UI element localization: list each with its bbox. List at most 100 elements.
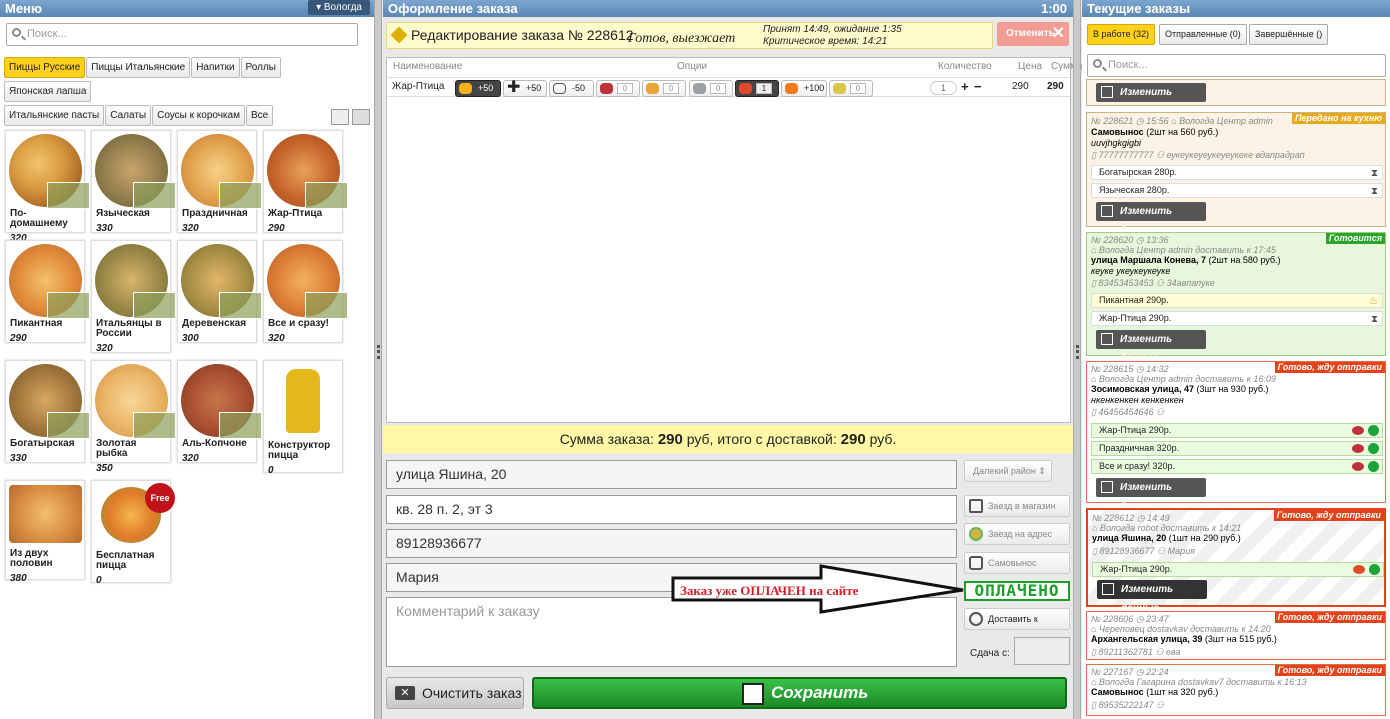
order-line: Богатырская 280р. ⧗: [1091, 165, 1383, 180]
basket-icon: [969, 499, 983, 513]
change-data-button[interactable]: Изменить данные: [1096, 478, 1206, 512]
option-sauce-red[interactable]: 0: [596, 80, 640, 97]
address-stop-button[interactable]: Заезд на адрес: [964, 523, 1070, 545]
tab-sent[interactable]: Отправленные (0): [1159, 24, 1247, 45]
current-title: Текущие заказы: [1087, 1, 1191, 16]
save-button[interactable]: Сохранить: [532, 677, 1067, 709]
order-phone: ▯ 89535222147 ⚇: [1091, 700, 1165, 710]
category-tab[interactable]: Напитки: [191, 57, 240, 78]
qty-field[interactable]: 1: [930, 81, 957, 95]
category-tab[interactable]: Все: [245, 105, 274, 126]
option-double[interactable]: +50: [455, 80, 501, 97]
deliver-at-button[interactable]: Доставить к: [964, 608, 1070, 630]
qty-minus-button[interactable]: −: [974, 79, 982, 94]
product-card[interactable]: Жар-Птица 290: [263, 130, 348, 234]
order-title: Оформление заказа: [388, 1, 518, 16]
left-splitter[interactable]: [374, 0, 382, 719]
tab-in-work[interactable]: В работе (32): [1087, 24, 1156, 45]
category-tab[interactable]: Японская лапша: [4, 81, 92, 102]
option-yellow[interactable]: 0: [829, 80, 873, 97]
order-card[interactable]: Передано на кухню № 228621 ◷ 15:56 ⌂ Вол…: [1086, 112, 1386, 236]
paid-status[interactable]: ОПЛАЧЕНО: [964, 581, 1070, 601]
cancel-button[interactable]: Отменить ✕: [997, 22, 1069, 46]
category-tab[interactable]: Салаты: [105, 105, 152, 126]
option-cheese[interactable]: +100: [781, 80, 827, 97]
order-card[interactable]: Готово, жду отправки № 228615 ◷ 14:32 ⌂ …: [1086, 361, 1386, 512]
product-card[interactable]: Богатырская 330: [5, 360, 90, 464]
product-card[interactable]: Free Бесплатная пицца 0: [91, 480, 175, 586]
pickup-button[interactable]: Самовынос: [964, 552, 1070, 574]
right-splitter[interactable]: [1073, 0, 1081, 719]
flat-input[interactable]: кв. 28 п. 2, эт 3: [386, 495, 957, 524]
address-text: улица Яшина, 20: [1092, 533, 1167, 543]
change-data-button[interactable]: Изменить данные: [1096, 202, 1206, 236]
paid-note: Заказ уже ОПЛАЧЕН на сайте: [680, 583, 859, 598]
check-icon: [1369, 564, 1380, 575]
option-plus[interactable]: ✚ +50: [503, 80, 547, 97]
shop-stop-button[interactable]: Заезд в магазин: [964, 495, 1070, 517]
product-card[interactable]: Пикантная 290: [5, 240, 90, 344]
change-data-button[interactable]: Изменить данные: [1096, 330, 1206, 364]
product-card[interactable]: Из двух половин 380: [5, 480, 85, 584]
sauce-icon: [1352, 426, 1364, 435]
product-card[interactable]: Деревенская 300: [177, 240, 262, 344]
product-card[interactable]: Все и сразу! 320: [263, 240, 348, 344]
order-phone: ▯ 89128936677 ⚇ Мария: [1092, 546, 1196, 556]
order-card[interactable]: Готовится № 228620 ◷ 13:36 ⌂ Вологда Цен…: [1086, 232, 1386, 364]
list-view-icon[interactable]: [331, 109, 349, 125]
free-pizza-image: Free: [101, 483, 175, 543]
phone-input[interactable]: 89128936677: [386, 529, 957, 558]
product-name: Золотая рыбка: [96, 438, 137, 459]
check-icon: [1368, 425, 1379, 436]
order-timer: 1:00: [1040, 1, 1067, 16]
current-orders-panel: Текущие заказы В работе (32) Отправленны…: [1082, 0, 1390, 719]
grid-view-icon[interactable]: [352, 109, 370, 125]
order-times: Принят 14:49, ожидание 1:35 Критическое в…: [763, 24, 902, 48]
orders-search-input[interactable]: Поиск...: [1087, 54, 1386, 77]
product-name: Конструктор пицца: [268, 440, 331, 461]
option-hand[interactable]: -50: [549, 80, 594, 97]
district-select[interactable]: Далекий район ⇕: [964, 460, 1052, 482]
street-input[interactable]: улица Яшина, 20: [386, 460, 957, 489]
people-icon: [969, 527, 983, 541]
line-text: Языческая 280р.: [1099, 185, 1170, 195]
order-address: улица Маршала Конева, 7 (2шт на 580 руб.…: [1091, 255, 1281, 265]
order-meta-2: ⌂ Вологда Центр admin доставить к 17:45: [1091, 245, 1276, 255]
option-sauce-grey[interactable]: 0: [689, 80, 733, 97]
category-tab[interactable]: Роллы: [240, 57, 281, 78]
order-phone: ▯ 77777777777 ⚇ еукеукеуеукеуеукеке вдап…: [1091, 150, 1305, 160]
product-card[interactable]: По-домашнему 320: [5, 130, 90, 244]
order-meta-2: ⌂ Череповец dostavkav доставить к 14:20: [1091, 624, 1271, 634]
order-card[interactable]: Готово, жду отправки № 227167 ◷ 22:24 ⌂ …: [1086, 664, 1386, 716]
order-line: Пикантная 290р. ♨: [1091, 293, 1383, 308]
order-card-selected[interactable]: Готово, жду отправки № 228612 ◷ 14:49 ⌂ …: [1086, 508, 1386, 614]
option-sauce-orange[interactable]: 0: [642, 80, 686, 97]
menu-search-input[interactable]: Поиск...: [6, 23, 358, 46]
order-panel: Оформление заказа 1:00 Редактирование зак…: [383, 0, 1082, 719]
category-tab[interactable]: Пиццы Итальянские: [86, 57, 191, 78]
change-input[interactable]: [1014, 637, 1070, 665]
change-data-button[interactable]: Изменить данные: [1096, 83, 1206, 117]
product-price: 300: [182, 333, 199, 344]
product-card[interactable]: Праздничная 320: [177, 130, 262, 234]
pizza-image: [94, 134, 176, 209]
item-sum: 290: [1047, 81, 1064, 92]
order-info: (3шт на 930 руб.): [1196, 384, 1269, 394]
product-card[interactable]: Золотая рыбка 350: [91, 360, 176, 474]
category-tab[interactable]: Соусы к корочкам: [152, 105, 245, 126]
category-tab[interactable]: Пиццы Русские: [4, 57, 86, 78]
category-tab[interactable]: Итальянские пасты: [4, 105, 105, 126]
product-card[interactable]: Итальянцы в России 320: [91, 240, 176, 354]
city-selector[interactable]: ▾ Вологда: [308, 0, 370, 15]
order-meta-2: ⌂ Вологда Центр admin доставить к 16:09: [1091, 374, 1276, 384]
tab-done[interactable]: Завершённые (): [1249, 24, 1329, 45]
product-card[interactable]: Конструктор пицца 0: [263, 360, 343, 476]
check-icon: [1368, 461, 1379, 472]
change-data-button[interactable]: Изменить данные: [1097, 580, 1207, 614]
clear-order-button[interactable]: ✕ Очистить заказ: [386, 677, 524, 709]
product-card[interactable]: Языческая 330: [91, 130, 176, 234]
product-card[interactable]: Аль-Копчоне 320: [177, 360, 262, 464]
qty-plus-button[interactable]: +: [961, 79, 969, 94]
order-card[interactable]: Готово, жду отправки № 228606 ◷ 23:47 ⌂ …: [1086, 611, 1386, 660]
option-tomato[interactable]: 1: [735, 80, 779, 97]
